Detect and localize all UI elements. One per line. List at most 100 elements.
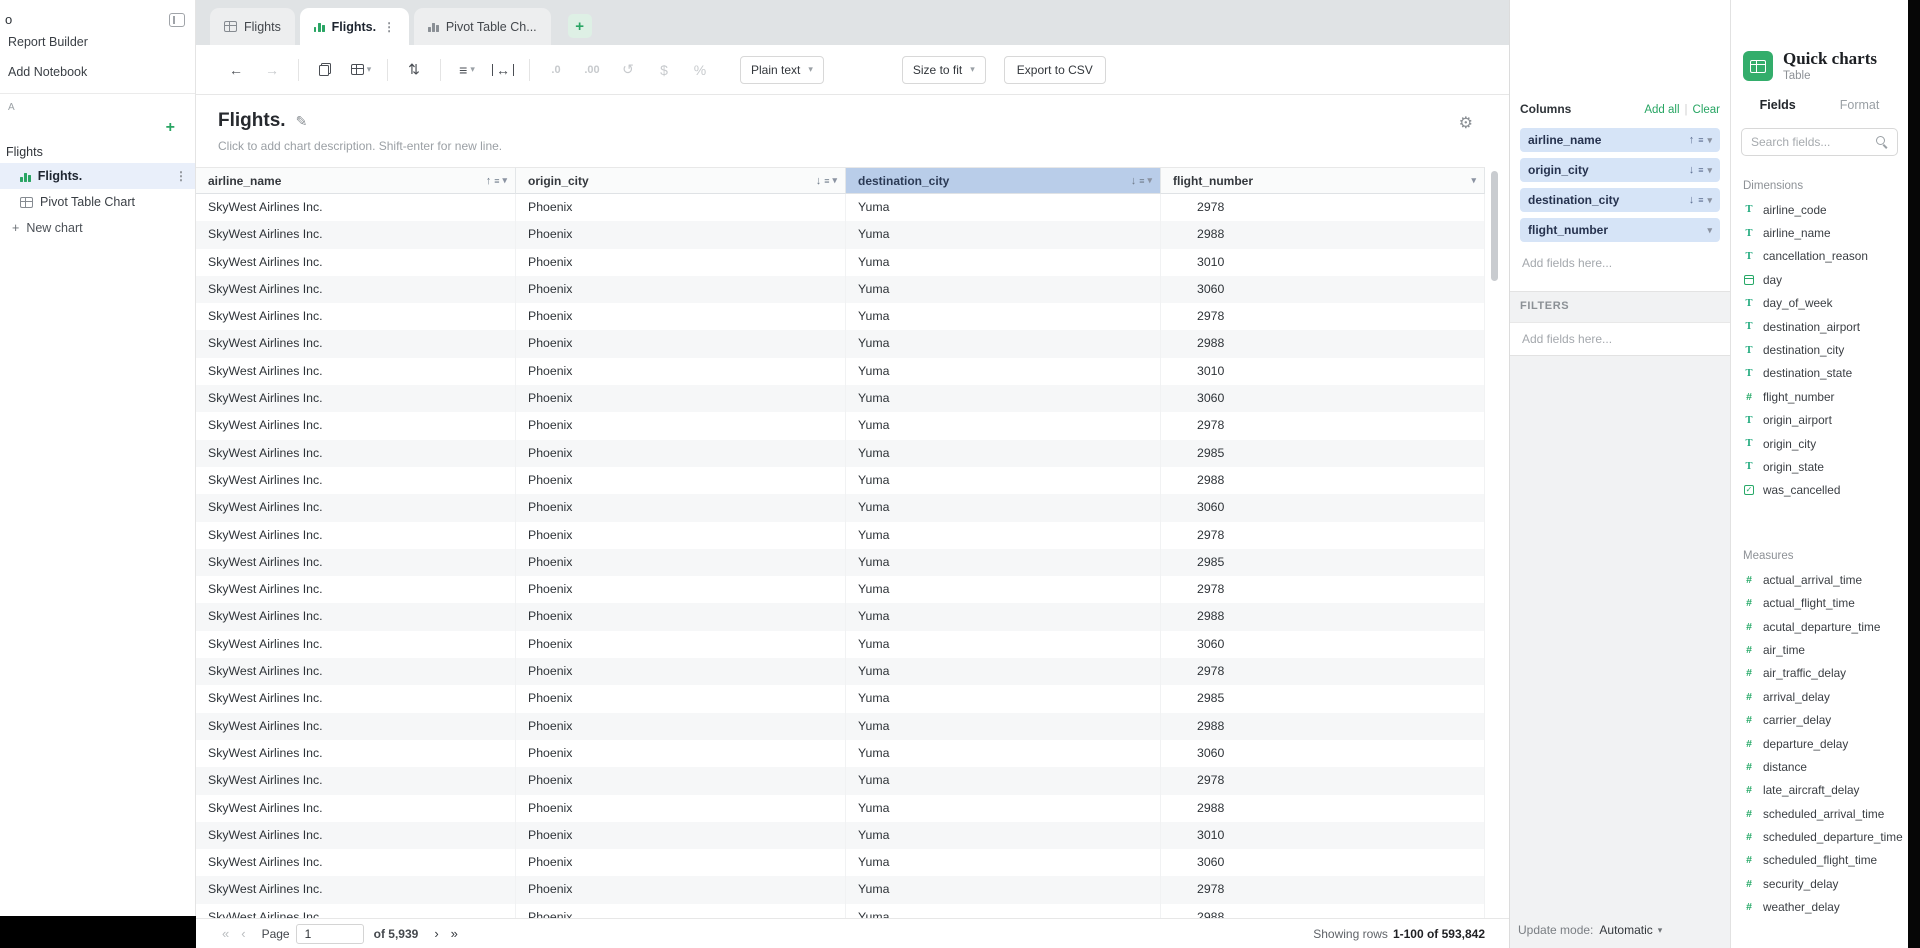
gear-icon[interactable]: ⚙ (1459, 113, 1473, 133)
table-row[interactable]: SkyWest Airlines Inc.PhoenixYuma2988 (196, 603, 1485, 630)
sidebar-item-report-builder[interactable]: Report Builder (0, 27, 195, 57)
field-security-delay[interactable]: #security_delay (1731, 872, 1908, 895)
back-button[interactable]: ← (222, 56, 250, 83)
column-pill-destination-city[interactable]: destination_city↓≡▾ (1520, 188, 1720, 212)
field-day-of-week[interactable]: Tday_of_week (1731, 292, 1908, 315)
text-align-button[interactable]: ≡▾ (453, 56, 481, 83)
field-departure-delay[interactable]: #departure_delay (1731, 732, 1908, 755)
chevron-down-icon[interactable]: ▾ (502, 175, 507, 186)
page-title[interactable]: Flights. (218, 110, 286, 132)
table-row[interactable]: SkyWest Airlines Inc.PhoenixYuma3060 (196, 631, 1485, 658)
column-header-origin-city[interactable]: origin_city↓≡▾ (516, 167, 846, 194)
field-air-traffic-delay[interactable]: #air_traffic_delay (1731, 662, 1908, 685)
search-fields-input[interactable]: Search fields... (1741, 128, 1898, 156)
column-header-airline-name[interactable]: airline_name↑≡▾ (196, 167, 516, 194)
new-tab-button[interactable]: + (568, 14, 592, 38)
sidebar-item-add-notebook[interactable]: Add Notebook (0, 57, 195, 87)
chevron-down-icon[interactable]: ▾ (1707, 135, 1712, 146)
tab-flights[interactable]: Flights (210, 8, 295, 45)
sidebar-source-flights[interactable]: Flights (0, 135, 195, 163)
table-row[interactable]: SkyWest Airlines Inc.PhoenixYuma2978 (196, 303, 1485, 330)
table-row[interactable]: SkyWest Airlines Inc.PhoenixYuma2988 (196, 795, 1485, 822)
field-arrival-delay[interactable]: #arrival_delay (1731, 685, 1908, 708)
filters-add-fields[interactable]: Add fields here... (1510, 322, 1730, 356)
first-page-button[interactable]: « (216, 926, 235, 941)
column-header-destination-city[interactable]: destination_city↓≡▾ (846, 167, 1161, 194)
column-pill-origin-city[interactable]: origin_city↓≡▾ (1520, 158, 1720, 182)
field-scheduled-departure-time[interactable]: #scheduled_departure_time (1731, 825, 1908, 848)
field-scheduled-flight-time[interactable]: #scheduled_flight_time (1731, 849, 1908, 872)
field-origin-airport[interactable]: Torigin_airport (1731, 409, 1908, 432)
collapse-sidebar-icon[interactable] (169, 13, 185, 27)
field-airline-code[interactable]: Tairline_code (1731, 198, 1908, 221)
chevron-down-icon[interactable]: ▾ (1471, 175, 1476, 186)
sidebar-new-chart[interactable]: + New chart (0, 215, 195, 235)
table-row[interactable]: SkyWest Airlines Inc.PhoenixYuma3060 (196, 740, 1485, 767)
table-row[interactable]: SkyWest Airlines Inc.PhoenixYuma3010 (196, 822, 1485, 849)
field-origin-state[interactable]: Torigin_state (1731, 455, 1908, 478)
column-pill-airline-name[interactable]: airline_name↑≡▾ (1520, 128, 1720, 152)
field-air-time[interactable]: #air_time (1731, 638, 1908, 661)
table-row[interactable]: SkyWest Airlines Inc.PhoenixYuma2988 (196, 330, 1485, 357)
page-number-input[interactable] (296, 924, 364, 944)
column-pill-flight-number[interactable]: flight_number▾ (1520, 218, 1720, 242)
table-row[interactable]: SkyWest Airlines Inc.PhoenixYuma2985 (196, 685, 1485, 712)
table-row[interactable]: SkyWest Airlines Inc.PhoenixYuma3010 (196, 249, 1485, 276)
field-distance[interactable]: #distance (1731, 755, 1908, 778)
export-to-csv-button[interactable]: Export to CSV (1004, 56, 1106, 84)
table-row[interactable]: SkyWest Airlines Inc.PhoenixYuma2988 (196, 467, 1485, 494)
chevron-down-icon[interactable]: ▾ (832, 175, 837, 186)
chevron-down-icon[interactable]: ▾ (1147, 175, 1152, 186)
scrollbar-thumb[interactable] (1491, 171, 1498, 281)
chevron-down-icon[interactable]: ▾ (1707, 225, 1712, 236)
field-weather-delay[interactable]: #weather_delay (1731, 896, 1908, 919)
fit-width-button[interactable]: ↔ (489, 56, 517, 83)
table-row[interactable]: SkyWest Airlines Inc.PhoenixYuma2988 (196, 904, 1485, 918)
previous-page-button[interactable]: ‹ (235, 926, 251, 941)
table-row[interactable]: SkyWest Airlines Inc.PhoenixYuma2978 (196, 576, 1485, 603)
field-cancellation-reason[interactable]: Tcancellation_reason (1731, 245, 1908, 268)
vertical-scrollbar[interactable] (1489, 167, 1499, 918)
table-row[interactable]: SkyWest Airlines Inc.PhoenixYuma2978 (196, 522, 1485, 549)
field-destination-airport[interactable]: Tdestination_airport (1731, 315, 1908, 338)
column-header-flight-number[interactable]: flight_number▾ (1161, 167, 1485, 194)
field-acutal-departure-time[interactable]: #acutal_departure_time (1731, 615, 1908, 638)
duplicate-button[interactable] (311, 56, 339, 83)
table-row[interactable]: SkyWest Airlines Inc.PhoenixYuma2978 (196, 658, 1485, 685)
add-all-link[interactable]: Add all (1644, 104, 1679, 116)
field-airline-name[interactable]: Tairline_name (1731, 221, 1908, 244)
field-destination-city[interactable]: Tdestination_city (1731, 338, 1908, 361)
field-scheduled-arrival-time[interactable]: #scheduled_arrival_time (1731, 802, 1908, 825)
kebab-menu-icon[interactable]: ⋮ (175, 169, 187, 183)
chevron-down-icon[interactable]: ▾ (1707, 165, 1712, 176)
field-actual-flight-time[interactable]: #actual_flight_time (1731, 591, 1908, 614)
sidebar-item-pivot-table-chart[interactable]: Pivot Table Chart (0, 189, 195, 215)
export-table-button[interactable]: ▾ (347, 56, 375, 83)
field-flight-number[interactable]: #flight_number (1731, 385, 1908, 408)
table-row[interactable]: SkyWest Airlines Inc.PhoenixYuma3060 (196, 276, 1485, 303)
chevron-down-icon[interactable]: ▾ (1707, 195, 1712, 206)
tab-format[interactable]: Format (1840, 98, 1880, 116)
table-row[interactable]: SkyWest Airlines Inc.PhoenixYuma3060 (196, 494, 1485, 521)
table-row[interactable]: SkyWest Airlines Inc.PhoenixYuma2978 (196, 194, 1485, 221)
field-late-aircraft-delay[interactable]: #late_aircraft_delay (1731, 779, 1908, 802)
add-source-icon[interactable]: + (166, 121, 175, 135)
sort-rows-button[interactable]: ⇅ (400, 56, 428, 83)
add-fields-placeholder[interactable]: Add fields here... (1510, 248, 1730, 270)
sidebar-item-flights[interactable]: Flights.⋮ (0, 163, 195, 189)
field-carrier-delay[interactable]: #carrier_delay (1731, 708, 1908, 731)
table-row[interactable]: SkyWest Airlines Inc.PhoenixYuma2988 (196, 713, 1485, 740)
next-page-button[interactable]: › (428, 926, 444, 941)
size-to-fit-select[interactable]: Size to fit▾ (902, 56, 986, 84)
tab-pivot-table-ch[interactable]: Pivot Table Ch... (414, 8, 551, 45)
table-row[interactable]: SkyWest Airlines Inc.PhoenixYuma3060 (196, 849, 1485, 876)
tab-fields[interactable]: Fields (1760, 98, 1796, 116)
field-origin-city[interactable]: Torigin_city (1731, 432, 1908, 455)
table-row[interactable]: SkyWest Airlines Inc.PhoenixYuma2988 (196, 221, 1485, 248)
clear-link[interactable]: Clear (1693, 104, 1720, 116)
table-row[interactable]: SkyWest Airlines Inc.PhoenixYuma2985 (196, 440, 1485, 467)
field-destination-state[interactable]: Tdestination_state (1731, 362, 1908, 385)
field-was-cancelled[interactable]: ✓was_cancelled (1731, 479, 1908, 502)
table-row[interactable]: SkyWest Airlines Inc.PhoenixYuma2978 (196, 767, 1485, 794)
tab-flights[interactable]: Flights.⋮ (300, 8, 409, 45)
